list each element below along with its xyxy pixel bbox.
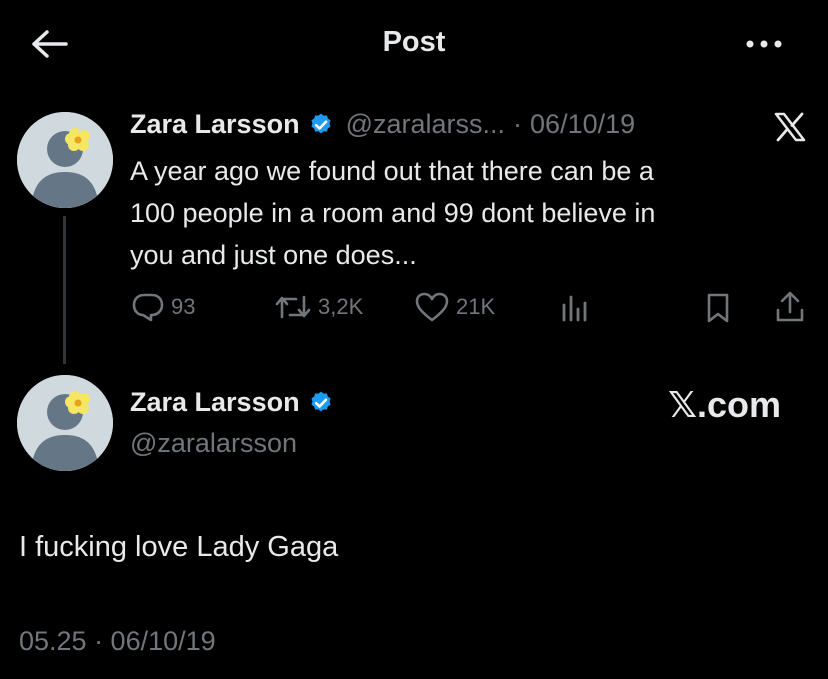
- page-title: Post: [382, 26, 446, 58]
- x-logo-button[interactable]: [774, 112, 806, 147]
- like-count: 21K: [456, 294, 496, 319]
- more-dots-icon: [746, 40, 782, 48]
- more-button[interactable]: [744, 36, 784, 52]
- share-button[interactable]: [774, 290, 806, 324]
- post-date[interactable]: 06/10/19: [530, 109, 635, 140]
- text-line: A year ago we found out that there can b…: [130, 156, 654, 186]
- thread-line: [63, 216, 66, 364]
- text-line: you and just one does...: [130, 240, 417, 270]
- x-logo-icon: [774, 112, 806, 142]
- main-post-text: I fucking love Lady Gaga: [19, 531, 339, 563]
- author-handle[interactable]: @zaralarss...: [346, 109, 505, 140]
- default-avatar-icon: [17, 375, 113, 471]
- views-chart-icon: [562, 295, 587, 322]
- bookmark-icon: [707, 293, 729, 323]
- quoted-post-text: A year ago we found out that there can b…: [130, 150, 655, 276]
- repost-button[interactable]: 3,2K: [274, 291, 363, 323]
- avatar[interactable]: [17, 375, 113, 471]
- like-button[interactable]: 21K: [414, 291, 495, 323]
- main-post-header: Zara Larsson: [130, 387, 334, 418]
- verified-badge-icon: [311, 391, 331, 411]
- verified-badge-icon: [311, 113, 331, 133]
- x-com-brand: 𝕏.com: [668, 384, 782, 425]
- views-button[interactable]: [560, 293, 590, 323]
- default-avatar-icon: [17, 112, 113, 208]
- reply-button[interactable]: 93: [131, 291, 195, 323]
- quoted-post-header: Zara Larsson @zaralarss... · 06/10/19: [130, 109, 635, 140]
- separator-dot: ·: [513, 109, 523, 139]
- post-timestamp[interactable]: 05.25 · 06/10/19: [19, 626, 216, 657]
- author-handle[interactable]: @zaralarsson: [130, 428, 297, 459]
- avatar[interactable]: [17, 112, 113, 208]
- repost-icon: [275, 295, 311, 319]
- heart-icon: [415, 292, 449, 322]
- bookmark-button[interactable]: [704, 292, 732, 324]
- repost-count: 3,2K: [318, 294, 364, 319]
- author-name[interactable]: Zara Larsson: [130, 109, 300, 140]
- reply-count: 93: [171, 294, 196, 319]
- text-line: 100 people in a room and 99 dont believe…: [130, 198, 656, 228]
- share-icon: [776, 291, 804, 322]
- author-name[interactable]: Zara Larsson: [130, 387, 300, 418]
- reply-icon: [132, 293, 164, 322]
